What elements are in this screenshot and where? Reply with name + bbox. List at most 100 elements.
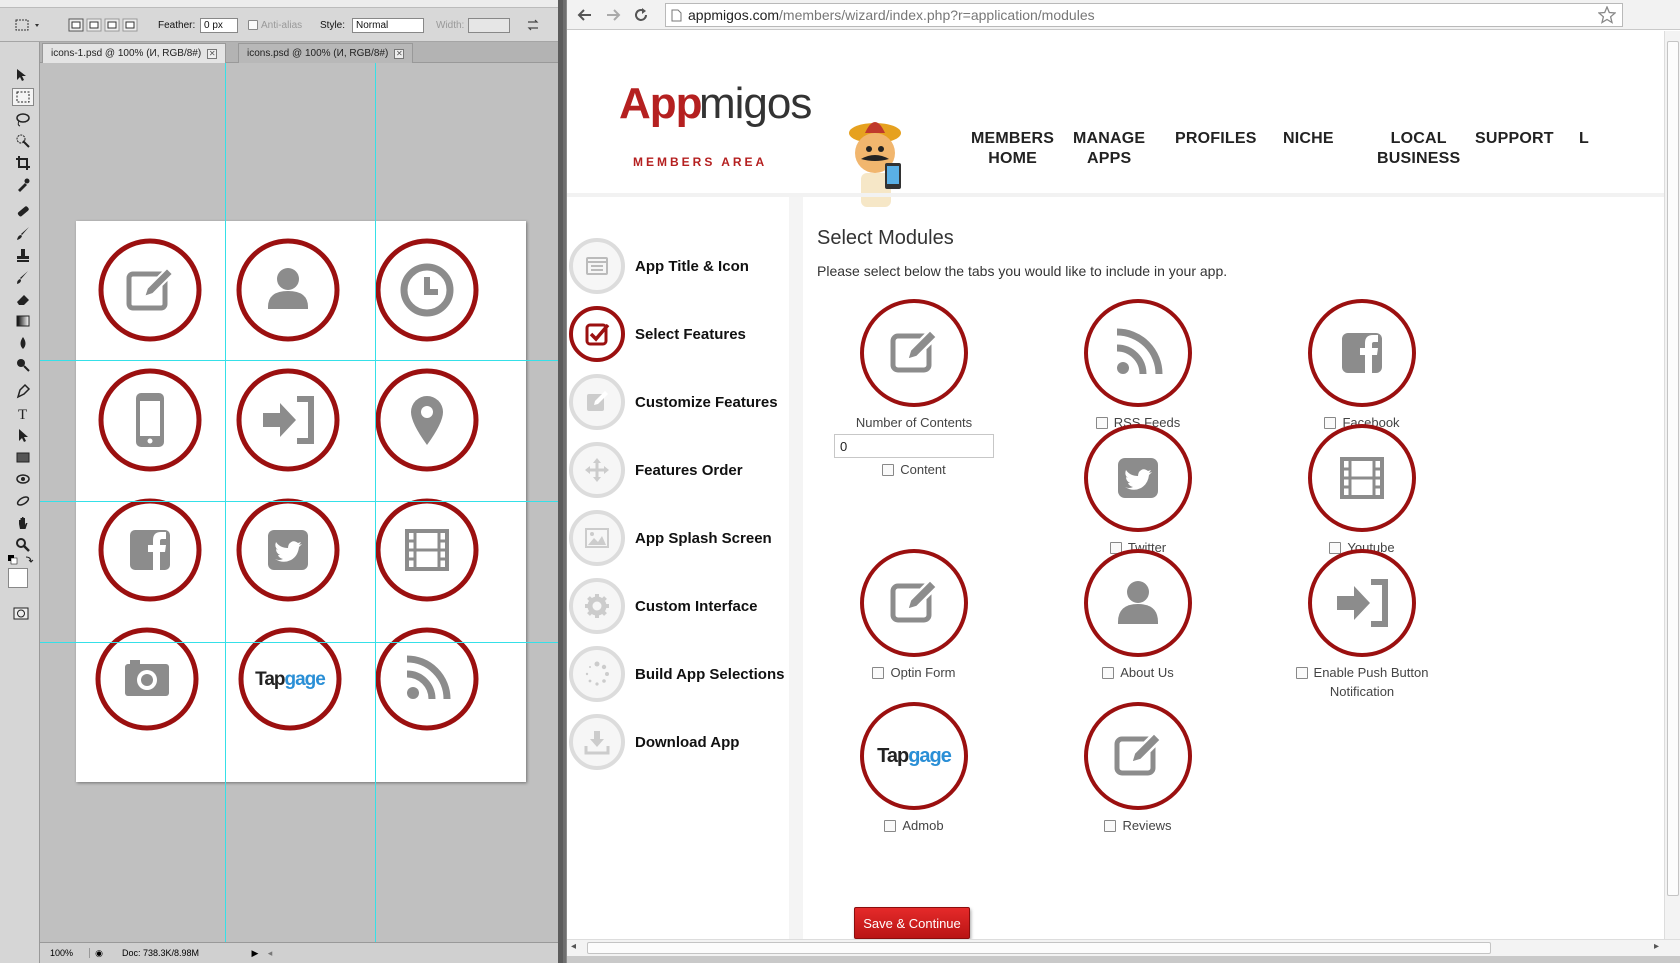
step-build-app-selections[interactable]: Build App Selections — [569, 645, 784, 703]
gradient-tool-icon[interactable] — [12, 312, 34, 330]
horizontal-scroll-thumb[interactable] — [587, 942, 1491, 954]
list-icon — [569, 238, 625, 294]
stamp-tool-icon[interactable] — [12, 246, 34, 264]
step-download-app[interactable]: Download App — [569, 713, 739, 771]
healing-brush-tool-icon[interactable] — [12, 202, 34, 220]
appmigos-logo[interactable]: App migos MEMBERS AREA — [619, 75, 901, 207]
vertical-scrollbar[interactable] — [1664, 31, 1680, 939]
forward-arrow-icon — [607, 9, 621, 21]
style-dropdown[interactable]: Normal — [352, 8, 424, 42]
nav-more[interactable]: L — [1579, 129, 1589, 149]
doc-size[interactable]: Doc: 738.3K/8.98M — [108, 948, 248, 958]
status-menu-arrow-icon[interactable]: ▶ — [248, 948, 262, 959]
scroll-left-arrow-icon[interactable]: ◂ — [262, 948, 278, 959]
marquee-tool-icon[interactable] — [12, 88, 34, 106]
anti-alias-option[interactable]: Anti-alias — [248, 8, 302, 42]
step-label: Features Order — [635, 461, 743, 479]
eraser-tool-icon[interactable] — [12, 290, 34, 308]
brush-tool-icon[interactable] — [12, 224, 34, 242]
step-select-features[interactable]: Select Features — [569, 305, 746, 363]
quick-mask-icon[interactable] — [10, 604, 32, 622]
nav-support[interactable]: SUPPORT — [1475, 129, 1554, 149]
anti-alias-checkbox[interactable] — [248, 20, 258, 30]
step-app-title-icon[interactable]: App Title & Icon — [569, 237, 749, 295]
feather-value[interactable]: 0 px — [200, 17, 238, 33]
3d-orbit-tool-icon[interactable] — [12, 492, 34, 510]
photoshop-options-bar: Feather: 0 px Anti-alias Style: Normal W… — [0, 8, 563, 42]
push-label-line2: Notification — [1329, 684, 1395, 699]
quick-select-tool-icon[interactable] — [12, 132, 34, 150]
number-of-contents-input[interactable] — [834, 434, 994, 458]
save-continue-button[interactable]: Save & Continue — [854, 907, 970, 939]
nav-profiles[interactable]: PROFILES — [1175, 129, 1257, 149]
facebook-icon — [1308, 299, 1416, 407]
guide-line — [40, 642, 563, 643]
zoom-level[interactable]: 100% — [40, 948, 90, 958]
canvas-area[interactable]: Tapgage — [40, 63, 563, 942]
lasso-tool-icon[interactable] — [12, 110, 34, 128]
reviews-option[interactable]: Reviews — [1038, 818, 1238, 833]
nav-manage-apps[interactable]: MANAGE APPS — [1073, 129, 1145, 169]
step-features-order[interactable]: Features Order — [569, 441, 743, 499]
nav-local-business[interactable]: LOCAL BUSINESS — [1377, 129, 1460, 169]
push-option[interactable]: Enable Push Button — [1262, 665, 1462, 680]
step-custom-interface[interactable]: Custom Interface — [569, 577, 758, 635]
content-checkbox[interactable] — [882, 463, 895, 476]
step-customize-features[interactable]: Customize Features — [569, 373, 778, 431]
move-tool-icon[interactable] — [12, 66, 34, 84]
nav-niche[interactable]: NICHE — [1283, 129, 1334, 149]
photoshop-menu-bar[interactable] — [0, 0, 563, 8]
color-swatches[interactable] — [8, 568, 38, 598]
browser-window: appmigos.com/members/wizard/index.php?r=… — [566, 0, 1680, 963]
svg-text:T: T — [18, 407, 27, 421]
content-option[interactable]: Content — [814, 462, 1014, 477]
blur-tool-icon[interactable] — [12, 334, 34, 352]
marquee-tool-preset-icon[interactable] — [14, 8, 44, 42]
module-reviews: Reviews — [1038, 702, 1238, 833]
nav-members-home[interactable]: MEMBERS HOME — [971, 129, 1054, 169]
scroll-right-arrow-icon[interactable]: ▸ — [1654, 941, 1659, 952]
about-option[interactable]: About Us — [1038, 665, 1238, 680]
bookmark-star-icon[interactable] — [1597, 5, 1617, 27]
vertical-scroll-thumb[interactable] — [1667, 41, 1679, 896]
horizontal-scrollbar[interactable]: ◂ ▸ — [567, 939, 1680, 956]
admob-checkbox[interactable] — [884, 819, 897, 832]
push-checkbox[interactable] — [1295, 666, 1308, 679]
selection-mode-buttons[interactable] — [68, 8, 140, 42]
step-app-splash-screen[interactable]: App Splash Screen — [569, 509, 772, 567]
reviews-checkbox[interactable] — [1104, 819, 1117, 832]
module-admob: Tapgage Admob — [814, 702, 1014, 833]
swap-icon[interactable] — [526, 8, 540, 42]
tab-icons[interactable]: icons.psd @ 100% (И, RGB/8#) ✕ — [238, 43, 414, 63]
scroll-left-arrow-icon[interactable]: ◂ — [571, 941, 576, 952]
tab-label: icons.psd @ 100% (И, RGB/8#) — [247, 48, 389, 59]
optin-option[interactable]: Optin Form — [814, 665, 1014, 680]
rectangle-tool-icon[interactable] — [12, 448, 34, 466]
forward-button[interactable] — [603, 5, 623, 25]
history-brush-tool-icon[interactable] — [12, 268, 34, 286]
back-button[interactable] — [575, 5, 595, 25]
close-icon[interactable]: ✕ — [207, 48, 218, 59]
tab-icons-1[interactable]: icons-1.psd @ 100% (И, RGB/8#) ✕ — [42, 43, 227, 63]
path-select-tool-icon[interactable] — [12, 426, 34, 444]
feather-field[interactable]: 0 px — [200, 8, 238, 42]
about-checkbox[interactable] — [1102, 666, 1115, 679]
default-colors-icon[interactable] — [8, 552, 34, 565]
hand-tool-icon[interactable] — [12, 514, 34, 532]
reload-button[interactable] — [631, 5, 651, 25]
twitter-icon — [235, 497, 341, 603]
3d-rotate-tool-icon[interactable] — [12, 470, 34, 488]
photoshop-window: Feather: 0 px Anti-alias Style: Normal W… — [0, 0, 563, 963]
close-icon[interactable]: ✕ — [394, 48, 405, 59]
foreground-color-swatch[interactable] — [8, 568, 28, 588]
address-bar[interactable]: appmigos.com/members/wizard/index.php?r=… — [665, 3, 1623, 27]
status-info-icon[interactable]: ◉ — [90, 948, 108, 959]
crop-tool-icon[interactable] — [12, 154, 34, 172]
pen-tool-icon[interactable] — [12, 382, 34, 400]
type-tool-icon[interactable]: T — [12, 404, 34, 422]
eyedropper-tool-icon[interactable] — [12, 176, 34, 194]
optin-checkbox[interactable] — [872, 666, 885, 679]
style-value[interactable]: Normal — [352, 17, 424, 33]
admob-option[interactable]: Admob — [814, 818, 1014, 833]
dodge-tool-icon[interactable] — [12, 356, 34, 374]
